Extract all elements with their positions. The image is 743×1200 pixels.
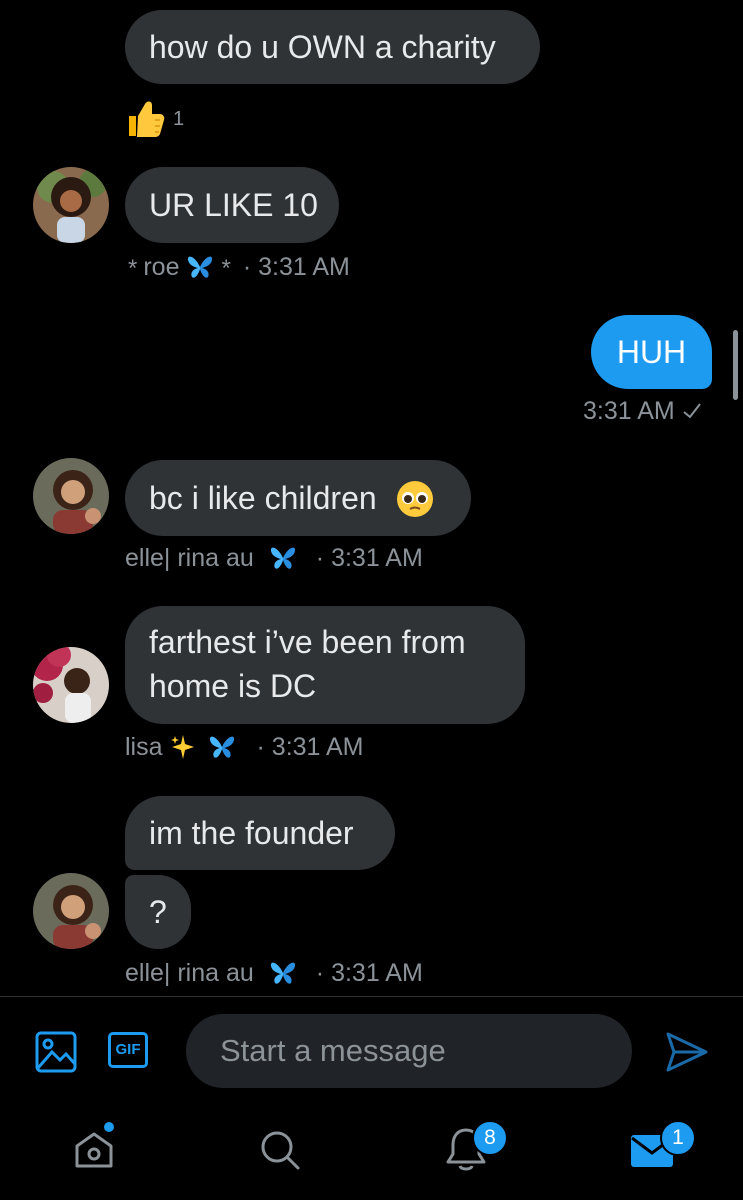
message-bubble[interactable]: UR LIKE 10 [125,167,339,243]
gif-button[interactable]: GIF [108,1032,148,1068]
butterfly-icon [270,547,295,569]
message-time: · 3:31 AM [242,252,350,281]
media-button[interactable] [34,1030,78,1079]
notifications-badge: 8 [472,1120,508,1156]
reaction[interactable]: 1 [125,98,184,140]
message-bubble-outgoing[interactable]: HUH [591,315,712,389]
message-text: UR LIKE 10 [149,187,318,223]
avatar[interactable] [33,458,109,534]
home-icon [75,1132,113,1168]
message-text: bc i like children [149,480,377,516]
message-meta: elle| rina au · 3:31 AM [125,958,423,988]
nav-home[interactable] [72,1128,116,1177]
butterfly-icon [270,962,295,984]
message-bubble[interactable]: farthest i’ve been from home is DC [125,606,525,724]
reaction-count: 1 [173,107,185,130]
pleading-face-icon [396,480,433,517]
home-new-indicator [104,1122,114,1132]
sender-name: elle| rina au [125,543,254,572]
message-text: HUH [616,334,687,370]
divider [0,996,743,997]
send-icon [666,1032,708,1072]
avatar-image [33,458,109,534]
avatar[interactable] [33,647,109,723]
message-time: · 3:31 AM [256,732,364,761]
checkmark-icon [683,403,701,419]
sender-name: lisa [125,732,163,761]
message-bubble[interactable]: ? [125,875,191,949]
search-icon [261,1131,300,1170]
message-bubble[interactable]: bc i like children [125,460,471,536]
messages-badge: 1 [660,1120,696,1156]
sender-name: elle| rina au [125,958,254,987]
nav-search[interactable] [258,1128,302,1177]
message-text: im the founder [149,815,354,851]
message-time: · 3:31 AM [315,958,423,987]
avatar[interactable] [33,167,109,243]
image-icon [35,1031,77,1073]
sender-star: * [221,255,231,282]
message-time: · 3:31 AM [315,543,423,572]
thumbs-up-icon [129,101,165,137]
avatar-image [33,167,109,243]
scrollbar[interactable] [733,330,738,400]
avatar-image [33,647,109,723]
message-input-placeholder: Start a message [220,1033,446,1068]
message-text: ? [149,894,167,930]
sparkles-icon [170,735,194,759]
send-button[interactable] [664,1030,710,1079]
avatar[interactable] [33,873,109,949]
butterfly-icon [209,736,234,758]
message-meta: elle| rina au · 3:31 AM [125,543,423,573]
sender-star: * [128,255,138,282]
message-meta: * roe * · 3:31 AM [128,252,350,283]
message-text: how do u OWN a charity [149,29,496,65]
message-bubble[interactable]: how do u OWN a charity [125,10,540,84]
sender-name: roe [143,252,180,281]
butterfly-icon [188,256,213,278]
message-bubble[interactable]: im the founder [125,796,395,870]
message-time: 3:31 AM [583,396,675,425]
gif-icon: GIF [115,1041,141,1058]
avatar-image [33,873,109,949]
message-meta: 3:31 AM [583,396,703,426]
message-meta: lisa · 3:31 AM [125,732,364,762]
message-text: farthest i’ve been from home is DC [149,624,466,704]
message-input[interactable]: Start a message [186,1014,632,1088]
